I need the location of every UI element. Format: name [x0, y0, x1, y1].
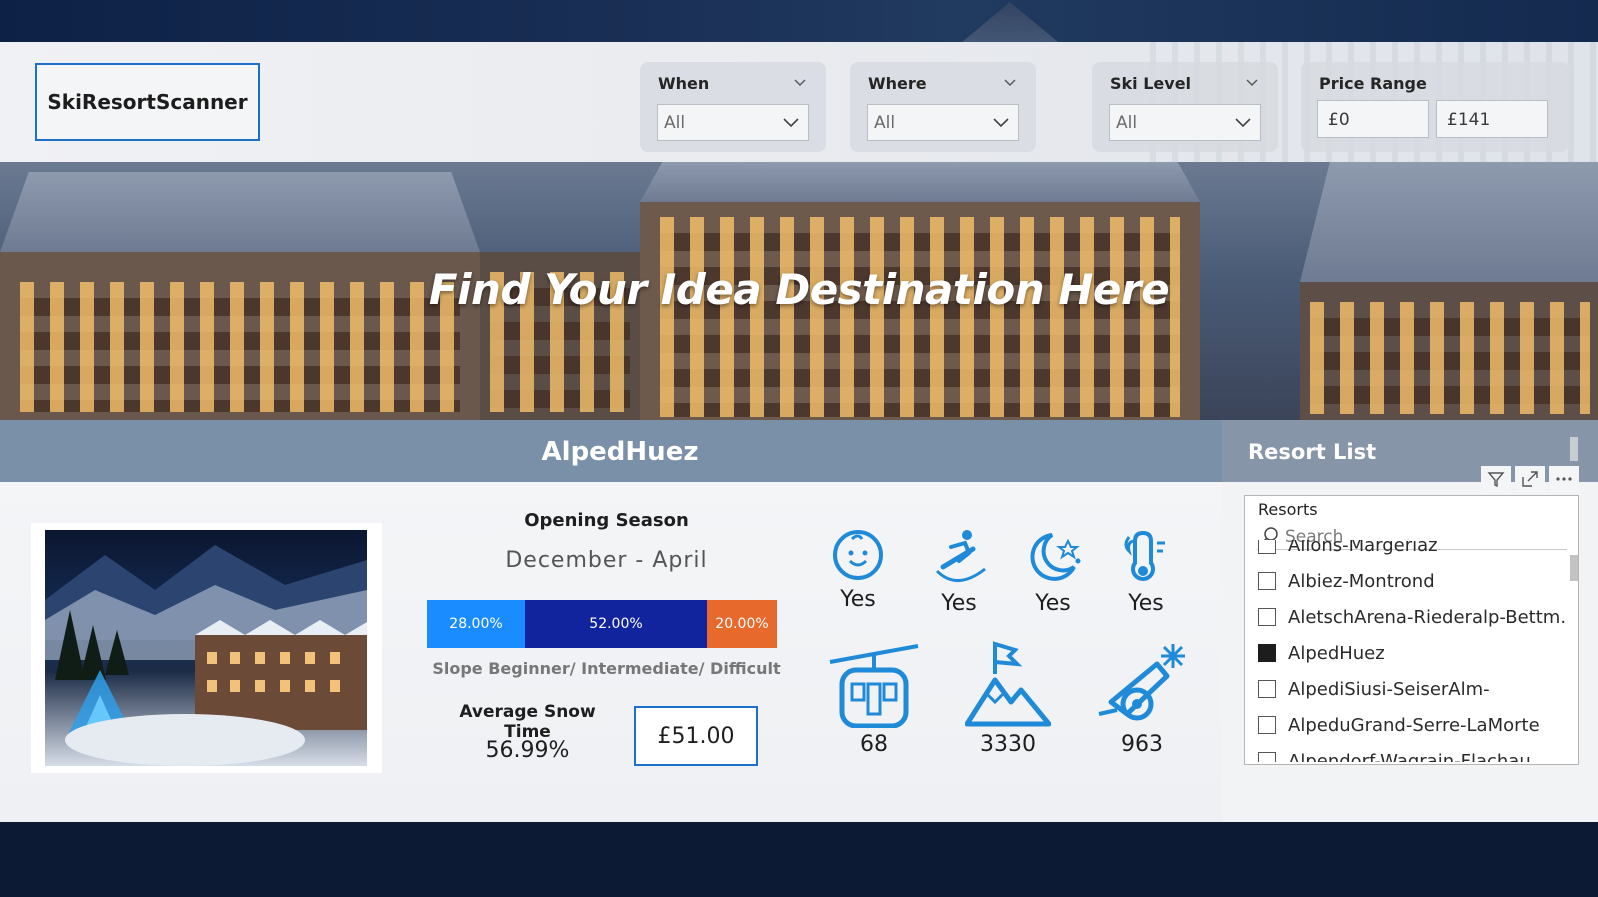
- checkbox[interactable]: [1258, 680, 1276, 698]
- slope-distribution-bar: 28.00% 52.00% 20.00%: [427, 600, 777, 648]
- hero-roof: [1300, 162, 1598, 282]
- when-filter: When All: [640, 62, 826, 152]
- chevron-down-icon[interactable]: [1004, 76, 1016, 88]
- expand-icon: [1522, 471, 1538, 487]
- hero-title: Find Your Idea Destination Here: [428, 265, 1170, 314]
- checkbox[interactable]: [1258, 716, 1276, 734]
- price-range-label: Price Range: [1319, 74, 1427, 93]
- feature-snowboard: Yes: [924, 527, 994, 616]
- more-options-icon[interactable]: [1549, 466, 1579, 492]
- roof-silhouette: [962, 2, 1058, 42]
- feature-lifts-value: 68: [860, 732, 888, 757]
- slope-caption: Slope Beginner/ Intermediate/ Difficult: [432, 659, 781, 678]
- funnel-icon: [1487, 472, 1505, 488]
- ski-level-select-value: All: [1116, 113, 1138, 133]
- resort-photo-illustration: [45, 545, 367, 766]
- where-select-value: All: [874, 113, 896, 133]
- dashboard-page: SkiResortScanner When All Where All Ski …: [0, 0, 1598, 897]
- night-ski-icon: [1030, 533, 1081, 581]
- list-item-selected[interactable]: AlpedHuez: [1258, 638, 1568, 668]
- panel-scrollbar[interactable]: [1570, 437, 1578, 461]
- checkbox[interactable]: [1258, 540, 1276, 554]
- mountain-peak-icon: [965, 641, 1051, 727]
- chevron-down-icon: [783, 118, 799, 128]
- list-scrollbar[interactable]: [1570, 555, 1578, 581]
- focus-mode-icon[interactable]: [1515, 466, 1545, 492]
- hero-roof: [640, 162, 1200, 202]
- snowboard-icon: [935, 530, 986, 582]
- hero-windows: [1310, 302, 1590, 414]
- feature-child-friendly: Yes: [823, 527, 893, 612]
- checkbox-checked[interactable]: [1258, 644, 1276, 662]
- chevron-down-icon: [1235, 118, 1251, 128]
- list-item[interactable]: Allons-Margeriaz: [1258, 540, 1568, 560]
- list-item[interactable]: Albiez-Montrond: [1258, 566, 1568, 596]
- feature-snow-cannons: 963: [1096, 640, 1188, 757]
- summer-ski-icon: [1124, 530, 1165, 581]
- list-item-label: AletschArena-Riederalp-Bettm...: [1288, 606, 1568, 628]
- ski-level-filter-label: Ski Level: [1110, 74, 1192, 93]
- price-max-input[interactable]: £141: [1436, 100, 1548, 138]
- feature-snow-cannons-value: 963: [1121, 732, 1163, 757]
- child-friendly-icon: [833, 530, 883, 580]
- resort-list-title: Resort List: [1248, 440, 1377, 464]
- slope-segment-intermediate: 52.00%: [525, 600, 707, 648]
- snow-cannon-icon: [1098, 644, 1185, 721]
- list-item-label: AlpediSiusi-SeiserAlm-: [1288, 678, 1490, 700]
- resort-price-card: £51.00: [634, 706, 758, 766]
- list-item[interactable]: AletschArena-Riederalp-Bettm...: [1258, 602, 1568, 632]
- when-filter-label: When: [658, 74, 710, 93]
- bottom-banner-strip: [0, 822, 1598, 897]
- gondola-lift-icon: [829, 644, 919, 728]
- list-item[interactable]: AlpediSiusi-SeiserAlm-: [1258, 674, 1568, 704]
- opening-season-value: December - April: [505, 548, 708, 573]
- resort-list: Allons-Margeriaz Albiez-Montrond Aletsch…: [1258, 540, 1568, 762]
- average-snow-label: Average Snow Time: [459, 702, 596, 742]
- ski-level-filter: Ski Level All: [1092, 62, 1278, 152]
- list-item-label: Allons-Margeriaz: [1288, 540, 1438, 556]
- when-select-value: All: [664, 113, 686, 133]
- price-min-input[interactable]: £0: [1317, 100, 1429, 138]
- feature-altitude: 3330: [960, 640, 1056, 757]
- when-select[interactable]: All: [657, 104, 809, 141]
- resort-photo: [45, 530, 367, 766]
- ski-level-select[interactable]: All: [1109, 104, 1261, 141]
- feature-child-friendly-value: Yes: [840, 587, 876, 612]
- resort-slicer-label: Resorts: [1258, 500, 1318, 519]
- where-filter-label: Where: [868, 74, 927, 93]
- list-item-label: AlpeduGrand-Serre-LaMorte: [1288, 714, 1540, 736]
- feature-lifts: 68: [826, 640, 922, 757]
- resort-name: AlpedHuez: [541, 437, 699, 467]
- price-range-filter: Price Range £0 £141: [1301, 62, 1569, 152]
- list-item-label: Alpendorf-Wagrain-Flachau: [1288, 750, 1531, 763]
- feature-summer-ski: Yes: [1115, 527, 1177, 616]
- list-item[interactable]: AlpeduGrand-Serre-LaMorte: [1258, 710, 1568, 740]
- feature-snowboard-value: Yes: [941, 591, 977, 616]
- feature-night-ski: Yes: [1018, 527, 1088, 616]
- average-snow-value: 56.99%: [485, 738, 570, 763]
- where-filter: Where All: [850, 62, 1036, 152]
- slope-segment-beginner: 28.00%: [427, 600, 525, 648]
- top-banner-strip: [0, 0, 1598, 42]
- hero-roof: [0, 172, 480, 252]
- list-item-label: AlpedHuez: [1288, 642, 1385, 664]
- list-item-label: Albiez-Montrond: [1288, 570, 1435, 592]
- checkbox[interactable]: [1258, 608, 1276, 626]
- checkbox[interactable]: [1258, 752, 1276, 762]
- checkbox[interactable]: [1258, 572, 1276, 590]
- feature-night-ski-value: Yes: [1035, 591, 1071, 616]
- brand-title: SkiResortScanner: [35, 63, 260, 141]
- hero-windows: [660, 217, 1180, 417]
- where-select[interactable]: All: [867, 104, 1019, 141]
- feature-altitude-value: 3330: [980, 732, 1036, 757]
- filter-icon[interactable]: [1481, 466, 1511, 492]
- list-item[interactable]: Alpendorf-Wagrain-Flachau: [1258, 746, 1568, 762]
- chevron-down-icon[interactable]: [1246, 76, 1258, 88]
- feature-summer-ski-value: Yes: [1128, 591, 1164, 616]
- ellipsis-icon: [1556, 477, 1572, 481]
- chevron-down-icon[interactable]: [794, 76, 806, 88]
- slope-segment-difficult: 20.00%: [707, 600, 777, 648]
- opening-season-label: Opening Season: [524, 510, 689, 531]
- chevron-down-icon: [993, 118, 1009, 128]
